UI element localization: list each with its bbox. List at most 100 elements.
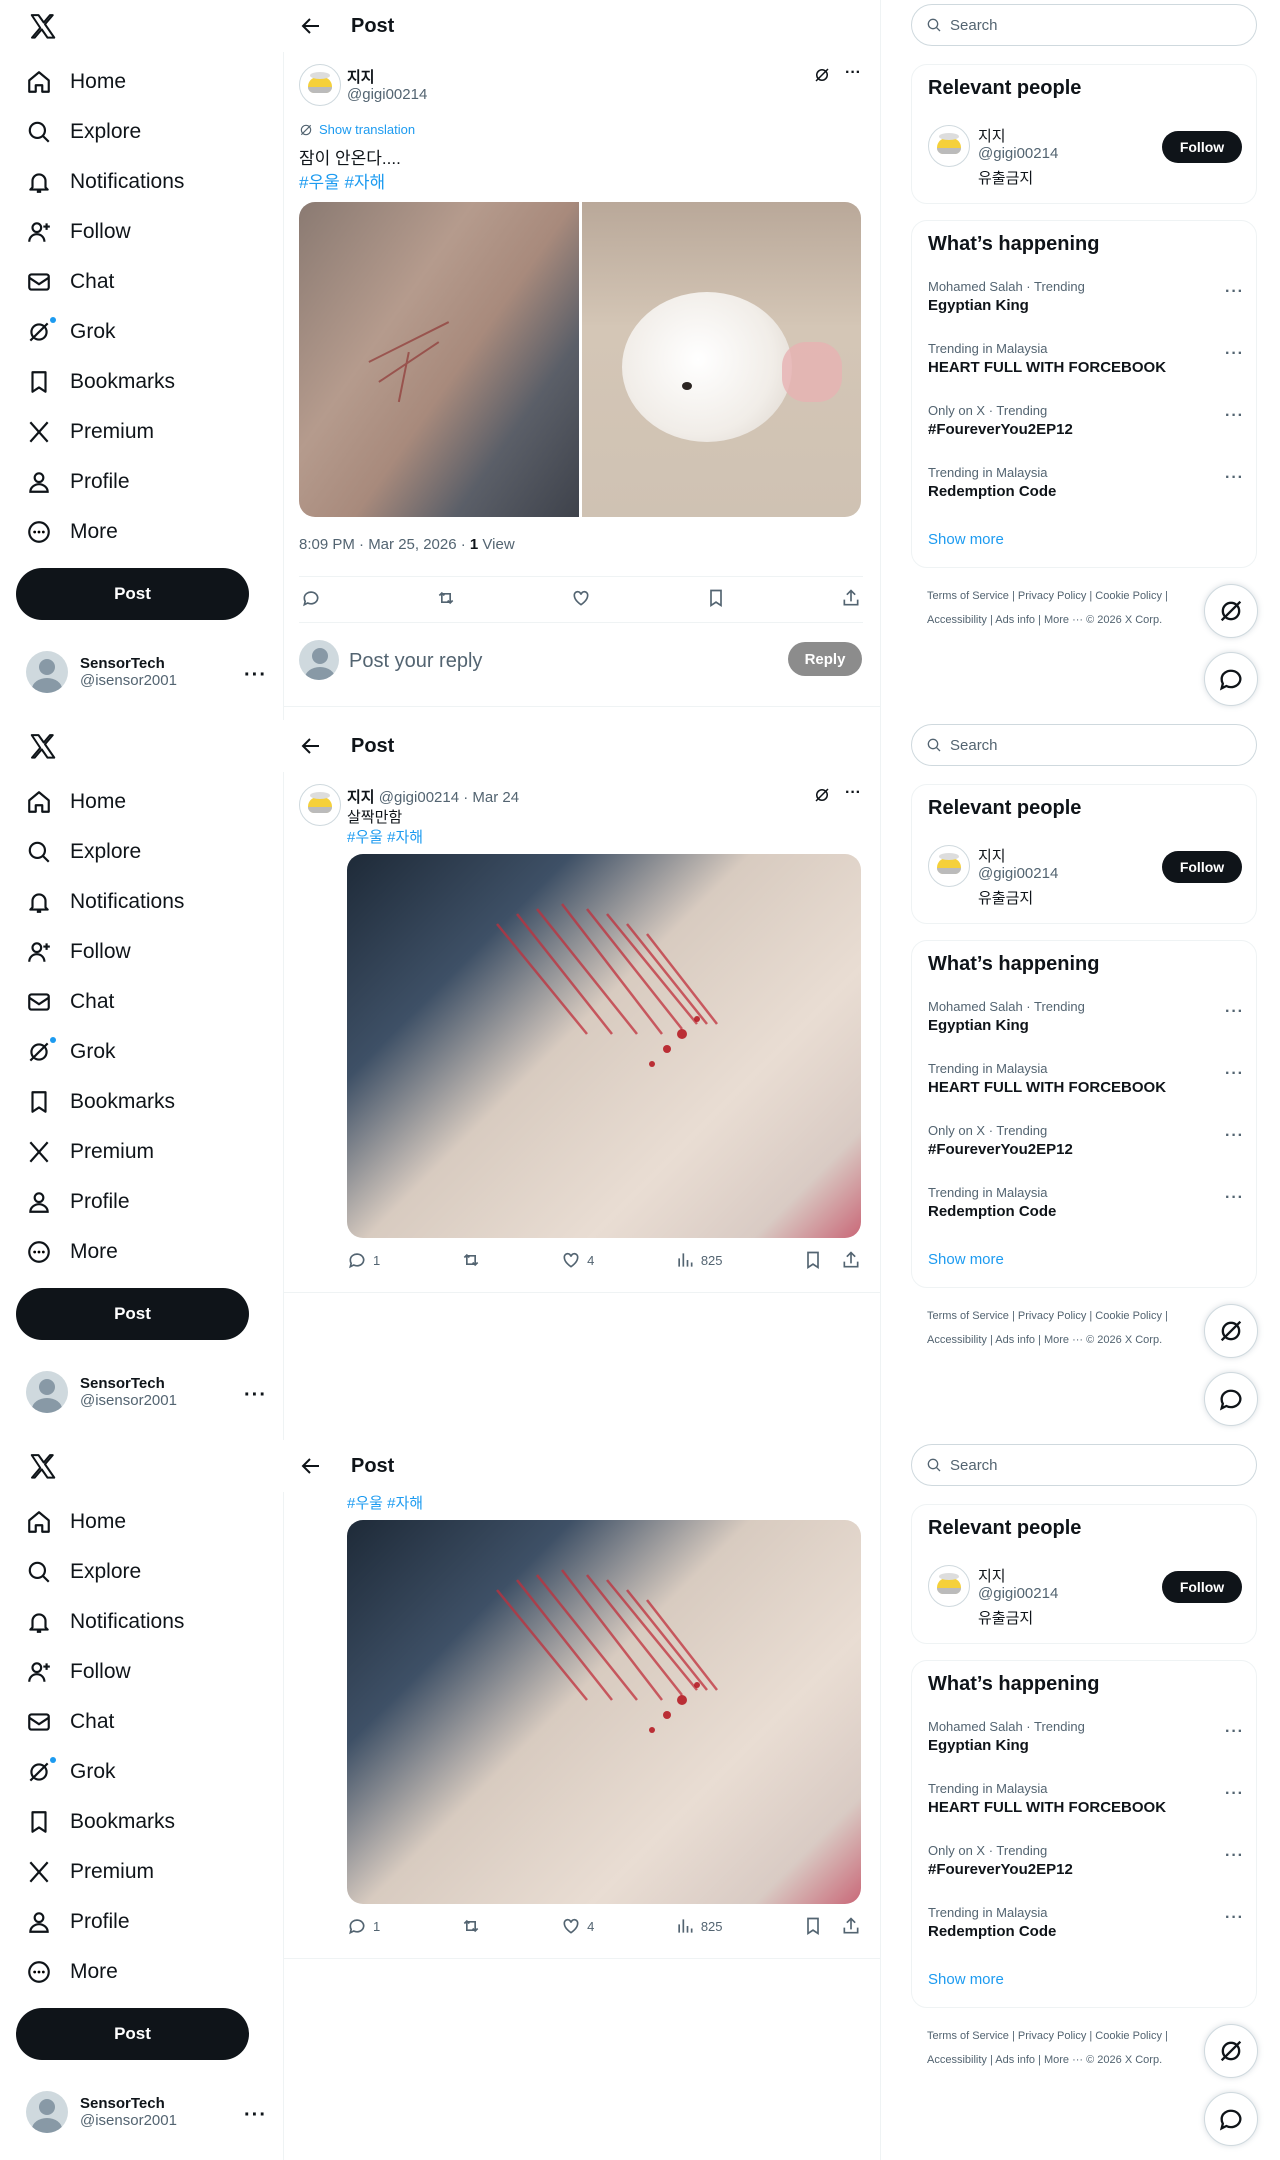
account-switcher[interactable]: SensorTech @isensor2001 <box>26 2091 177 2133</box>
nav-follow[interactable]: Follow <box>26 932 131 972</box>
post-more-button[interactable]: ··· <box>845 64 861 82</box>
person-name[interactable]: 지지 <box>978 1565 1006 1586</box>
footer-links-1[interactable]: Terms of Service | Privacy Policy | Cook… <box>927 1310 1168 1322</box>
author-avatar[interactable] <box>299 784 341 826</box>
grok-icon[interactable] <box>813 786 831 804</box>
follow-button[interactable]: Follow <box>1162 851 1242 883</box>
trend-item[interactable]: Trending in Malaysia Redemption Code ··· <box>928 1185 1243 1220</box>
nav-explore[interactable]: Explore <box>26 1552 141 1592</box>
back-arrow-icon[interactable] <box>299 14 323 38</box>
share-icon[interactable] <box>841 588 861 608</box>
nav-bookmarks[interactable]: Bookmarks <box>26 1082 175 1122</box>
nav-bookmarks[interactable]: Bookmarks <box>26 1802 175 1842</box>
trend-item[interactable]: Trending in Malaysia Redemption Code ··· <box>928 1905 1243 1940</box>
views-action[interactable]: 825 <box>675 1916 723 1936</box>
person-name[interactable]: 지지 <box>978 125 1006 146</box>
trend-more-button[interactable]: ··· <box>1225 283 1244 301</box>
trend-more-button[interactable]: ··· <box>1225 1189 1244 1207</box>
footer-links-2[interactable]: Accessibility | Ads info | More ··· © 20… <box>927 614 1162 626</box>
nav-profile[interactable]: Profile <box>26 1182 130 1222</box>
trend-more-button[interactable]: ··· <box>1225 345 1244 363</box>
trend-item[interactable]: Trending in Malaysia HEART FULL WITH FORC… <box>928 1781 1243 1816</box>
show-more-link[interactable]: Show more <box>928 531 1004 548</box>
post-image-right[interactable] <box>581 202 861 517</box>
post-button[interactable]: Post <box>16 1288 249 1340</box>
reply-action[interactable]: 1 <box>347 1916 380 1936</box>
nav-grok[interactable]: Grok <box>26 1032 116 1072</box>
trend-more-button[interactable]: ··· <box>1225 1065 1244 1083</box>
follow-button[interactable]: Follow <box>1162 1571 1242 1603</box>
account-switcher[interactable]: SensorTech @isensor2001 <box>26 651 177 693</box>
grok-fab-button[interactable] <box>1204 2024 1258 2078</box>
nav-explore[interactable]: Explore <box>26 112 141 152</box>
trend-more-button[interactable]: ··· <box>1225 1723 1244 1741</box>
nav-notifications[interactable]: Notifications <box>26 162 184 202</box>
nav-profile[interactable]: Profile <box>26 462 130 502</box>
post-media-grid[interactable] <box>299 202 861 517</box>
post-author-line[interactable]: 지지 @gigi00214 · Mar 24 <box>347 786 519 807</box>
nav-premium[interactable]: Premium <box>26 1132 154 1172</box>
footer-links-1[interactable]: Terms of Service | Privacy Policy | Cook… <box>927 590 1168 602</box>
nav-grok[interactable]: Grok <box>26 312 116 352</box>
post-image[interactable] <box>347 1520 861 1904</box>
post-button[interactable]: Post <box>16 2008 249 2060</box>
person-avatar[interactable] <box>928 125 970 167</box>
person-handle[interactable]: @gigi00214 <box>978 145 1058 162</box>
trend-item[interactable]: Trending in Malaysia HEART FULL WITH FORC… <box>928 341 1243 376</box>
bookmark-icon[interactable] <box>803 1250 823 1270</box>
trend-item[interactable]: Mohamed Salah · Trending Egyptian King ··· <box>928 1719 1243 1754</box>
footer-links-1[interactable]: Terms of Service | Privacy Policy | Cook… <box>927 2030 1168 2042</box>
trend-item[interactable]: Only on X · Trending #FoureverYou2EP12 ··· <box>928 403 1243 438</box>
person-handle[interactable]: @gigi00214 <box>978 1585 1058 1602</box>
grok-icon[interactable] <box>813 66 831 84</box>
post-hashtags[interactable]: #우울 #자해 <box>347 1492 423 1513</box>
author-name[interactable]: 지지 <box>347 66 375 87</box>
trend-more-button[interactable]: ··· <box>1225 1909 1244 1927</box>
account-switcher[interactable]: SensorTech @isensor2001 <box>26 1371 177 1413</box>
nav-chat[interactable]: Chat <box>26 262 114 302</box>
nav-chat[interactable]: Chat <box>26 982 114 1022</box>
show-more-link[interactable]: Show more <box>928 1251 1004 1268</box>
nav-premium[interactable]: Premium <box>26 1852 154 1892</box>
search-input[interactable]: Search <box>911 4 1257 46</box>
nav-more[interactable]: More <box>26 1232 118 1272</box>
grok-fab-button[interactable] <box>1204 1304 1258 1358</box>
back-arrow-icon[interactable] <box>299 734 323 758</box>
trend-item[interactable]: Mohamed Salah · Trending Egyptian King ··· <box>928 999 1243 1034</box>
follow-button[interactable]: Follow <box>1162 131 1242 163</box>
post-button[interactable]: Post <box>16 568 249 620</box>
post-hashtags[interactable]: #우울 #자해 <box>347 826 423 847</box>
footer-links-2[interactable]: Accessibility | Ads info | More ··· © 20… <box>927 2054 1162 2066</box>
nav-premium[interactable]: Premium <box>26 412 154 452</box>
reply-icon[interactable] <box>301 588 321 608</box>
nav-home[interactable]: Home <box>26 62 126 102</box>
grok-fab-button[interactable] <box>1204 584 1258 638</box>
person-avatar[interactable] <box>928 845 970 887</box>
back-arrow-icon[interactable] <box>299 1454 323 1478</box>
messages-fab-button[interactable] <box>1204 1372 1258 1426</box>
trend-more-button[interactable]: ··· <box>1225 469 1244 487</box>
messages-fab-button[interactable] <box>1204 652 1258 706</box>
trend-more-button[interactable]: ··· <box>1225 407 1244 425</box>
like-action[interactable]: 4 <box>561 1916 594 1936</box>
share-icon[interactable] <box>841 1916 861 1936</box>
nav-grok[interactable]: Grok <box>26 1752 116 1792</box>
person-handle[interactable]: @gigi00214 <box>978 865 1058 882</box>
nav-profile[interactable]: Profile <box>26 1902 130 1942</box>
views-action[interactable]: 825 <box>675 1250 723 1270</box>
author-avatar[interactable] <box>299 64 341 106</box>
person-name[interactable]: 지지 <box>978 845 1006 866</box>
trend-item[interactable]: Only on X · Trending #FoureverYou2EP12 ··· <box>928 1843 1243 1878</box>
search-input[interactable]: Search <box>911 1444 1257 1486</box>
share-icon[interactable] <box>841 1250 861 1270</box>
messages-fab-button[interactable] <box>1204 2092 1258 2146</box>
trend-item[interactable]: Mohamed Salah · Trending Egyptian King ··· <box>928 279 1243 314</box>
trend-item[interactable]: Only on X · Trending #FoureverYou2EP12 ··· <box>928 1123 1243 1158</box>
account-more-button[interactable]: ··· <box>244 664 267 687</box>
nav-bookmarks[interactable]: Bookmarks <box>26 362 175 402</box>
footer-links-2[interactable]: Accessibility | Ads info | More ··· © 20… <box>927 1334 1162 1346</box>
search-input[interactable]: Search <box>911 724 1257 766</box>
like-icon[interactable] <box>571 588 591 608</box>
person-avatar[interactable] <box>928 1565 970 1607</box>
reply-input[interactable]: Post your reply <box>349 650 482 673</box>
